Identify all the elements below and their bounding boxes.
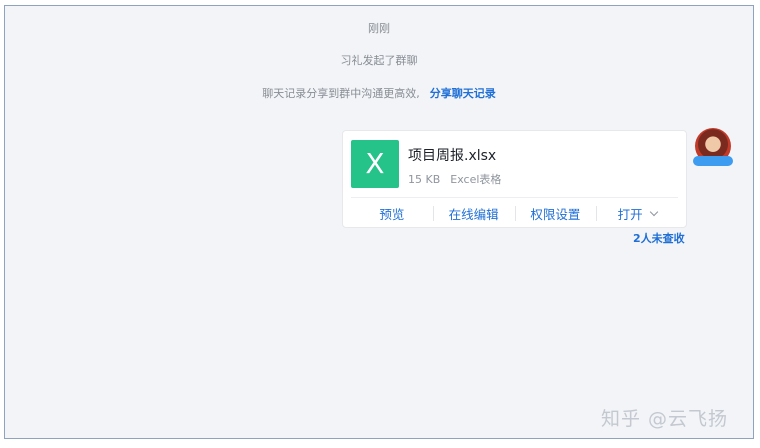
group-created-notice: 习礼发起了群聊 [340, 54, 418, 67]
preview-button[interactable]: 预览 [351, 198, 433, 229]
online-edit-button[interactable]: 在线编辑 [432, 198, 515, 229]
watermark: 知乎 @云飞扬 [601, 408, 729, 430]
message-timestamp: 刚刚 [368, 22, 390, 35]
open-dropdown-button[interactable]: 打开 [596, 198, 678, 229]
permission-settings-button[interactable]: 权限设置 [514, 198, 597, 229]
file-name[interactable]: 项目周报.xlsx [408, 145, 496, 165]
file-message-card[interactable]: X 项目周报.xlsx 15 KB Excel表格 预览 在线编辑 权限设置 打开 [342, 130, 687, 228]
unread-status[interactable]: 2人未查收 [633, 230, 685, 246]
permission-settings-label: 权限设置 [530, 207, 581, 222]
avatar[interactable] [693, 128, 733, 166]
file-actions: 预览 在线编辑 权限设置 打开 [351, 198, 678, 229]
online-edit-label: 在线编辑 [448, 207, 499, 222]
excel-file-icon: X [351, 140, 399, 188]
chat-window: 刚刚 习礼发起了群聊 聊天记录分享到群中沟通更高效, 分享聊天记录 X 项目周报.… [4, 5, 754, 439]
preview-label: 预览 [379, 207, 405, 222]
share-history-notice: 聊天记录分享到群中沟通更高效, 分享聊天记录 [5, 85, 753, 101]
share-hint-text: 聊天记录分享到群中沟通更高效, [262, 87, 420, 100]
chevron-down-icon [649, 207, 658, 216]
avatar-badge [693, 156, 733, 166]
file-type: Excel表格 [450, 173, 502, 186]
file-meta: 15 KB Excel表格 [408, 171, 501, 187]
share-history-link[interactable]: 分享聊天记录 [430, 87, 496, 100]
open-label: 打开 [617, 207, 643, 222]
file-size: 15 KB [408, 173, 441, 186]
